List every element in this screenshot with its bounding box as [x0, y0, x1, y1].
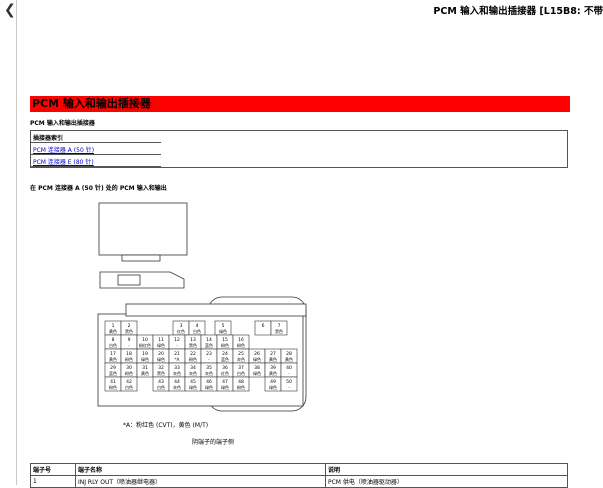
col-header-terminal-no: 端子号	[30, 463, 76, 476]
pin-color-footnote: *A：粉红色 (CVT)，黄色 (M/T)	[123, 422, 209, 429]
pin-wire-color: 红色	[177, 328, 185, 334]
pin-wire-color: 粉红色	[139, 342, 151, 348]
pin-wire-color: 绿色	[253, 356, 261, 362]
pin-wire-color: 粉色	[221, 342, 229, 348]
pin-wire-color: 蓝色	[109, 370, 117, 376]
diagram-caption: 阴端子的端子侧	[192, 439, 235, 446]
col-header-description: 说明	[325, 463, 568, 476]
pin-grid: 1黄色2黑色3红色4白色5绿色6 7黑色8白色9-10粉红色11绿色12-13黑色…	[104, 320, 298, 392]
cell-terminal-no: 1	[30, 475, 76, 488]
connector-top-view	[98, 202, 188, 256]
pin-wire-color: 灰色	[237, 356, 245, 362]
pin-wire-color: 黑色	[125, 328, 133, 334]
pin-wire-color: 粉色	[125, 370, 133, 376]
pin-wire-color: 白色	[157, 384, 165, 390]
pin-wire-color: 灰色	[173, 384, 181, 390]
pin-wire-color: 黄色	[141, 370, 149, 376]
pin-wire-color: *A	[175, 357, 180, 362]
pin-wire-color: 白色	[193, 328, 201, 334]
pin-wire-color: 红色	[221, 370, 229, 376]
pin-wire-color: 黄色	[285, 356, 293, 362]
pin-number: 6	[262, 323, 265, 329]
pin-wire-color: 黄色	[109, 356, 117, 362]
pin-wire-color: 黄色	[109, 328, 117, 334]
cell-terminal-name: INJ RLY OUT（喷油器继电器）	[75, 475, 326, 488]
pin-wire-color: 绿色	[219, 328, 227, 334]
col-header-terminal-name: 端子名称	[75, 463, 326, 476]
connector-hood	[125, 303, 307, 317]
pin-wire-color: 绿色	[269, 384, 277, 390]
pin-wire-color: 绿色	[221, 384, 229, 390]
pin-wire-color: 灰色	[189, 370, 197, 376]
pin-wire-color: 黑色	[157, 370, 165, 376]
pin-wire-color: 白色	[237, 370, 245, 376]
connector-side-view	[99, 271, 185, 289]
pin-wire-color: 绿色	[253, 370, 261, 376]
pin-wire-color: 绿色	[157, 356, 165, 362]
pin-wire-color: 粉色	[237, 384, 245, 390]
pin-wire-color: 白色	[125, 384, 133, 390]
pin-wire-color: 粉色	[109, 384, 117, 390]
pin-wire-color: 黄色	[269, 356, 277, 362]
pin-wire-color: 粉色	[237, 342, 245, 348]
pin-wire-color: 绿色	[141, 356, 149, 362]
pin-wire-color: 粉色	[189, 356, 197, 362]
cell-description: PCM 供电（喷油器驱动器）	[325, 475, 568, 488]
pin-wire-color: 黑色	[189, 342, 197, 348]
terminal-table: 端子号 端子名称 说明 1 INJ RLY OUT（喷油器继电器） PCM 供电…	[30, 463, 568, 488]
pin-wire-color: 粉色	[125, 356, 133, 362]
pin-wire-color: 灰色	[205, 370, 213, 376]
pin-wire-color: 黄色	[269, 370, 277, 376]
pin-wire-color: 蓝色	[221, 356, 229, 362]
connector-latch	[117, 274, 141, 286]
pin-wire-color: 蓝色	[205, 342, 213, 348]
table-row: 1 INJ RLY OUT（喷油器继电器） PCM 供电（喷油器驱动器）	[30, 475, 568, 488]
connector-tab	[121, 254, 161, 262]
pin-wire-color: 绿色	[205, 384, 213, 390]
pin-wire-color: 白色	[109, 342, 117, 348]
pin-wire-color: 绿色	[189, 384, 197, 390]
pin-wire-color: 绿色	[157, 342, 165, 348]
pin-wire-color: 灰色	[173, 370, 181, 376]
connector-diagram: 1黄色2黑色3红色4白色5绿色6 7黑色8白色9-10粉红色11绿色12-13黑色…	[97, 202, 307, 412]
pin-wire-color: 黑色	[275, 328, 283, 334]
